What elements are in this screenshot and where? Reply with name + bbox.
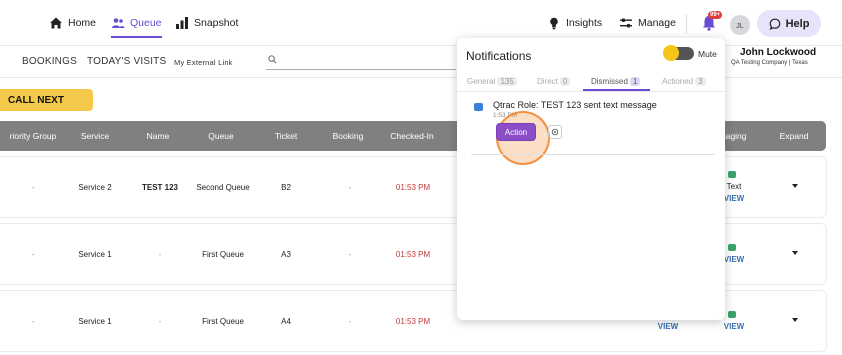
nav-queue-label: Queue xyxy=(130,17,162,29)
nav-manage-label: Manage xyxy=(638,17,676,29)
cell-ticket: B2 xyxy=(281,183,291,192)
tab-general[interactable]: General 135 xyxy=(467,77,517,86)
mute-label: Mute xyxy=(698,49,717,59)
column-checked-in[interactable]: Checked-In xyxy=(390,131,433,141)
tab-actioned[interactable]: Actioned 3 xyxy=(662,77,706,86)
cell-ticket: A4 xyxy=(281,317,291,326)
message-icon xyxy=(728,311,736,318)
mute-toggle-knob[interactable] xyxy=(663,45,679,61)
help-label: Help xyxy=(785,17,810,30)
view-messages-link[interactable]: VIEW xyxy=(724,194,744,203)
action-button[interactable]: Action xyxy=(497,124,535,140)
help-button[interactable]: Help xyxy=(757,10,821,37)
tab-actioned-count: 3 xyxy=(695,77,706,86)
nav-snapshot[interactable]: Snapshot xyxy=(175,0,238,46)
cell-service: Service 2 xyxy=(78,183,112,192)
cell-message-text: Text xyxy=(726,182,742,191)
cell-service: Service 1 xyxy=(78,250,112,259)
chat-bubble-icon xyxy=(769,18,780,30)
users-icon xyxy=(112,18,125,28)
view-messages-link[interactable]: VIEW xyxy=(658,322,678,331)
tab-todays-visits[interactable]: TODAY'S VISITS xyxy=(87,56,166,67)
cell-priority: - xyxy=(31,317,35,326)
nav-home[interactable]: Home xyxy=(49,0,96,46)
cell-priority: - xyxy=(31,183,35,192)
column-booking[interactable]: Booking xyxy=(333,131,364,141)
tab-general-label: General xyxy=(467,77,496,86)
cell-booking: - xyxy=(348,317,352,326)
active-tab-indicator xyxy=(583,89,650,91)
cell-checked-in: 01:53 PM xyxy=(395,250,431,259)
column-priority-group[interactable]: riority Group xyxy=(10,131,57,141)
cell-booking: - xyxy=(348,183,352,192)
nav-queue[interactable]: Queue xyxy=(111,0,162,46)
cell-name: - xyxy=(158,317,162,326)
nav-home-label: Home xyxy=(68,17,97,29)
column-expand[interactable]: Expand xyxy=(780,131,809,141)
lightbulb-icon xyxy=(550,17,558,30)
notifications-title: Notifications xyxy=(466,49,532,63)
tab-direct-count: 0 xyxy=(559,77,571,86)
cell-name: - xyxy=(158,250,162,259)
tab-direct-label: Direct xyxy=(537,77,558,86)
cell-queue: Second Queue xyxy=(196,183,250,192)
gear-icon xyxy=(551,128,559,136)
cell-checked-in: 01:53 PM xyxy=(395,317,431,326)
user-company: QA Testing Company | Texas xyxy=(731,60,808,66)
mute-toggle[interactable] xyxy=(663,45,694,61)
search-icon xyxy=(268,55,277,64)
cell-ticket: A3 xyxy=(281,250,291,259)
bar-chart-icon xyxy=(176,17,188,29)
notification-separator xyxy=(471,154,715,155)
tab-direct[interactable]: Direct 0 xyxy=(537,77,571,86)
column-name[interactable]: Name xyxy=(147,131,170,141)
notification-text: Qtrac Role: TEST 123 sent text message xyxy=(493,100,657,110)
message-icon xyxy=(474,103,483,111)
tab-dismissed-label: Dismissed xyxy=(591,77,628,86)
nav-divider xyxy=(686,14,687,34)
tab-actioned-label: Actioned xyxy=(662,77,694,86)
column-messaging[interactable]: saging xyxy=(721,131,746,141)
view-messages-link[interactable]: VIEW xyxy=(724,255,744,264)
cell-queue: First Queue xyxy=(202,250,244,259)
expand-caret-icon[interactable] xyxy=(792,318,798,322)
message-icon xyxy=(728,244,736,251)
search-input[interactable] xyxy=(266,54,456,70)
home-icon xyxy=(50,17,62,29)
notification-options-button[interactable] xyxy=(548,125,562,139)
expand-caret-icon[interactable] xyxy=(792,184,798,188)
tab-bookings[interactable]: BOOKINGS xyxy=(22,56,77,67)
cell-priority: - xyxy=(31,250,35,259)
external-link[interactable]: My External Link xyxy=(174,58,233,67)
sliders-icon xyxy=(620,18,632,28)
tabs-divider xyxy=(457,91,725,92)
tab-dismissed-count: 1 xyxy=(629,77,641,86)
column-ticket[interactable]: Ticket xyxy=(275,131,297,141)
message-icon xyxy=(728,171,736,178)
notifications-panel: Notifications Mute General 135 Direct 0 Di… xyxy=(457,38,725,320)
cell-queue: First Queue xyxy=(202,317,244,326)
cell-checked-in: 01:53 PM xyxy=(395,183,431,192)
call-next-button[interactable]: CALL NEXT xyxy=(0,89,93,111)
cell-name: TEST 123 xyxy=(141,183,179,192)
nav-snapshot-label: Snapshot xyxy=(194,17,239,29)
notification-count-badge: 99+ xyxy=(708,11,723,19)
expand-caret-icon[interactable] xyxy=(792,251,798,255)
nav-insights-label: Insights xyxy=(566,17,603,29)
app-window: Home Queue Snapshot Insights Manage 99+ … xyxy=(0,0,842,355)
view-messages-link[interactable]: VIEW xyxy=(724,322,744,331)
user-name: John Lockwood xyxy=(740,47,817,58)
avatar[interactable]: JL xyxy=(730,15,750,35)
cell-booking: - xyxy=(348,250,352,259)
cell-service: Service 1 xyxy=(78,317,112,326)
tab-general-count: 135 xyxy=(497,77,517,86)
tab-dismissed[interactable]: Dismissed 1 xyxy=(591,77,641,86)
column-queue[interactable]: Queue xyxy=(208,131,234,141)
column-service[interactable]: Service xyxy=(81,131,109,141)
